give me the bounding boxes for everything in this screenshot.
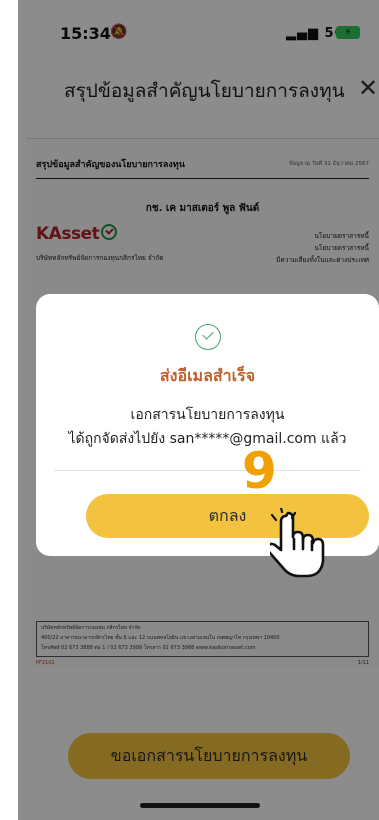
- check-circle-icon: [195, 324, 221, 350]
- phone-screen: 15:34 🔕 ▂▄▆ 5G ⚡ สรุปข้อมูลสำคัญนโยบายกา…: [18, 0, 379, 820]
- dialog-title: ส่งอีเมลสำเร็จ: [159, 366, 256, 385]
- dialog-message-email: ได้ถูกจัดส่งไปยัง san*****@gmail.com แล้…: [68, 431, 347, 447]
- dialog-divider: [54, 470, 361, 471]
- hand-pointer-icon: [270, 508, 325, 578]
- step-number-badge: 9: [242, 442, 277, 500]
- dialog-message: เอกสารนโยบายการลงทุน: [130, 407, 285, 423]
